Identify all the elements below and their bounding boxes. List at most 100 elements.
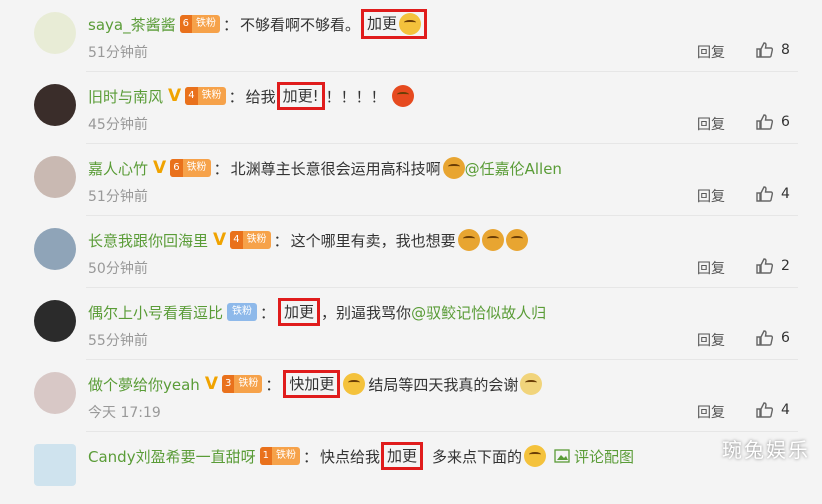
mention-link[interactable]: @驭鲛记恰似故人归 <box>411 302 546 323</box>
timestamp: 今天 17:19 <box>88 405 161 421</box>
username-link[interactable]: 旧时与南风 <box>88 86 163 107</box>
timestamp: 55分钟前 <box>88 333 148 349</box>
like-button[interactable]: 8 <box>755 40 790 60</box>
like-button[interactable]: 6 <box>755 112 790 132</box>
username-link[interactable]: Candy刘盈希要一直甜呀 <box>88 446 256 467</box>
crying-emoji-icon <box>457 229 480 251</box>
comment-line: 长意我跟你回海里 V 4 铁粉 ： 这个哪里有卖，我也想要 <box>88 227 528 253</box>
comment-item: 长意我跟你回海里 V 4 铁粉 ： 这个哪里有卖，我也想要 50分钟前 回复 2 <box>0 216 822 288</box>
comment-line: 偶尔上小号看看逗比 铁粉 ： 加更 ，别逼我骂你 @驭鲛记恰似故人归 <box>88 298 546 326</box>
username-link[interactable]: 长意我跟你回海里 <box>88 230 208 251</box>
timestamp: 51分钟前 <box>88 45 148 61</box>
comment-item: 做个夢给你yeah V 3 铁粉 ： 快加更 结局等四天我真的会谢 今天 17:1… <box>0 360 822 432</box>
thumbs-up-icon <box>756 402 774 418</box>
comment-text: 这个哪里有卖，我也想要 <box>290 231 456 250</box>
reply-button[interactable]: 回复 <box>697 330 725 350</box>
flower-emoji-icon <box>442 157 465 179</box>
comment-text: 不够看啊不够看。 <box>239 15 360 34</box>
username-link[interactable]: saya_茶酱酱 <box>88 14 176 35</box>
comment-line: 做个夢给你yeah V 3 铁粉 ： 快加更 结局等四天我真的会谢 <box>88 370 543 398</box>
mention-link[interactable]: @任嘉伦Allen <box>465 158 562 179</box>
comment-line: 旧时与南风 V 4 铁粉 ： 给我 加更! ！！！！ <box>88 82 414 110</box>
verified-v-icon: V <box>168 85 182 106</box>
comment-text: 快点给我 <box>319 447 380 466</box>
like-button[interactable]: 4 <box>755 184 790 204</box>
thinking-emoji-icon <box>343 373 366 395</box>
comment-item: 偶尔上小号看看逗比 铁粉 ： 加更 ，别逼我骂你 @驭鲛记恰似故人归 55分钟前… <box>0 288 822 360</box>
comment-item: saya_茶酱酱 6 铁粉 ： 不够看啊不够看。 加更 51分钟前 回复 8 <box>0 0 822 72</box>
colon: ： <box>260 303 276 322</box>
like-button[interactable]: 2 <box>755 256 790 276</box>
verified-v-icon: V <box>213 229 227 250</box>
like-button[interactable]: 4 <box>755 400 790 420</box>
verified-v-icon: V <box>204 373 218 394</box>
thumbs-up-icon <box>756 42 774 58</box>
comment-text: 北渊尊主长意很会运用高科技啊 <box>230 159 441 178</box>
colon: ： <box>302 447 318 466</box>
reply-button[interactable]: 回复 <box>697 186 725 206</box>
crying-emoji-icon <box>505 229 528 251</box>
comment-text-after: ！！！！ <box>325 87 386 106</box>
thumbs-up-icon <box>756 330 774 346</box>
dog-emoji-icon <box>524 445 547 467</box>
timestamp: 45分钟前 <box>88 117 148 133</box>
username-link[interactable]: 偶尔上小号看看逗比 <box>88 302 223 323</box>
highlight-box: 快加更 <box>283 370 341 398</box>
avatar[interactable] <box>34 156 76 198</box>
like-count: 6 <box>781 330 790 346</box>
comment-line: Candy刘盈希要一直甜呀 1 铁粉 ： 快点给我 加更 多来点下面的 评论配图 <box>88 442 634 470</box>
laugh-emoji-icon <box>399 13 421 35</box>
username-link[interactable]: 做个夢给你yeah <box>88 374 200 395</box>
comment-text-after: 结局等四天我真的会谢 <box>368 375 519 394</box>
fan-badge: 3 铁粉 <box>221 375 263 393</box>
timestamp: 50分钟前 <box>88 261 148 277</box>
verified-v-icon: V <box>153 157 167 178</box>
comment-image-link[interactable]: 评论配图 <box>554 446 634 467</box>
reply-button[interactable]: 回复 <box>697 42 725 62</box>
comment-line: saya_茶酱酱 6 铁粉 ： 不够看啊不够看。 加更 <box>88 9 428 39</box>
thumbs-up-icon <box>756 186 774 202</box>
avatar[interactable] <box>34 372 76 414</box>
crying-emoji-icon <box>481 229 504 251</box>
thumbs-up-icon <box>756 114 774 130</box>
reply-button[interactable]: 回复 <box>697 258 725 278</box>
highlight-box: 加更 <box>360 9 427 39</box>
fan-badge: 4 铁粉 <box>230 231 271 249</box>
like-count: 2 <box>781 258 790 274</box>
comment-text-after: ，别逼我骂你 <box>321 303 412 322</box>
colon: ： <box>273 231 289 250</box>
reply-button[interactable]: 回复 <box>697 114 725 134</box>
fan-badge: 6 铁粉 <box>179 15 220 33</box>
colon: ： <box>265 375 281 394</box>
like-count: 4 <box>781 186 790 202</box>
image-icon <box>554 449 570 463</box>
reply-button[interactable]: 回复 <box>697 402 725 422</box>
comment-item: 旧时与南风 V 4 铁粉 ： 给我 加更! ！！！！ 45分钟前 回复 6 <box>0 72 822 144</box>
like-count: 6 <box>781 114 790 130</box>
like-count: 8 <box>781 42 790 58</box>
fan-badge: 6 铁粉 <box>170 159 211 177</box>
avatar[interactable] <box>34 84 76 126</box>
comment-text: 给我 <box>245 87 276 106</box>
avatar[interactable] <box>34 228 76 270</box>
like-button[interactable]: 6 <box>755 328 790 348</box>
watermark: 琬兔娱乐 <box>722 438 810 462</box>
avatar[interactable] <box>34 12 76 54</box>
fan-badge: 4 铁粉 <box>185 87 226 105</box>
highlight-box: 加更! <box>276 82 325 110</box>
timestamp: 51分钟前 <box>88 189 148 205</box>
fan-badge: 1 铁粉 <box>259 447 300 465</box>
comment-item: 嘉人心竹 V 6 铁粉 ： 北渊尊主长意很会运用高科技啊 @任嘉伦Allen 51… <box>0 144 822 216</box>
like-count: 4 <box>781 402 790 418</box>
angry-emoji-icon <box>391 85 414 107</box>
comment-line: 嘉人心竹 V 6 铁粉 ： 北渊尊主长意很会运用高科技啊 @任嘉伦Allen <box>88 155 562 181</box>
colon: ： <box>213 159 229 178</box>
colon: ： <box>222 15 238 34</box>
comment-feed: saya_茶酱酱 6 铁粉 ： 不够看啊不够看。 加更 51分钟前 回复 8 旧时… <box>0 0 822 486</box>
fan-badge: 铁粉 <box>227 303 258 321</box>
username-link[interactable]: 嘉人心竹 <box>88 158 148 179</box>
comment-item: Candy刘盈希要一直甜呀 1 铁粉 ： 快点给我 加更 多来点下面的 评论配图 <box>0 432 822 504</box>
colon: ： <box>228 87 244 106</box>
thumbs-up-icon <box>756 258 774 274</box>
avatar[interactable] <box>34 300 76 342</box>
